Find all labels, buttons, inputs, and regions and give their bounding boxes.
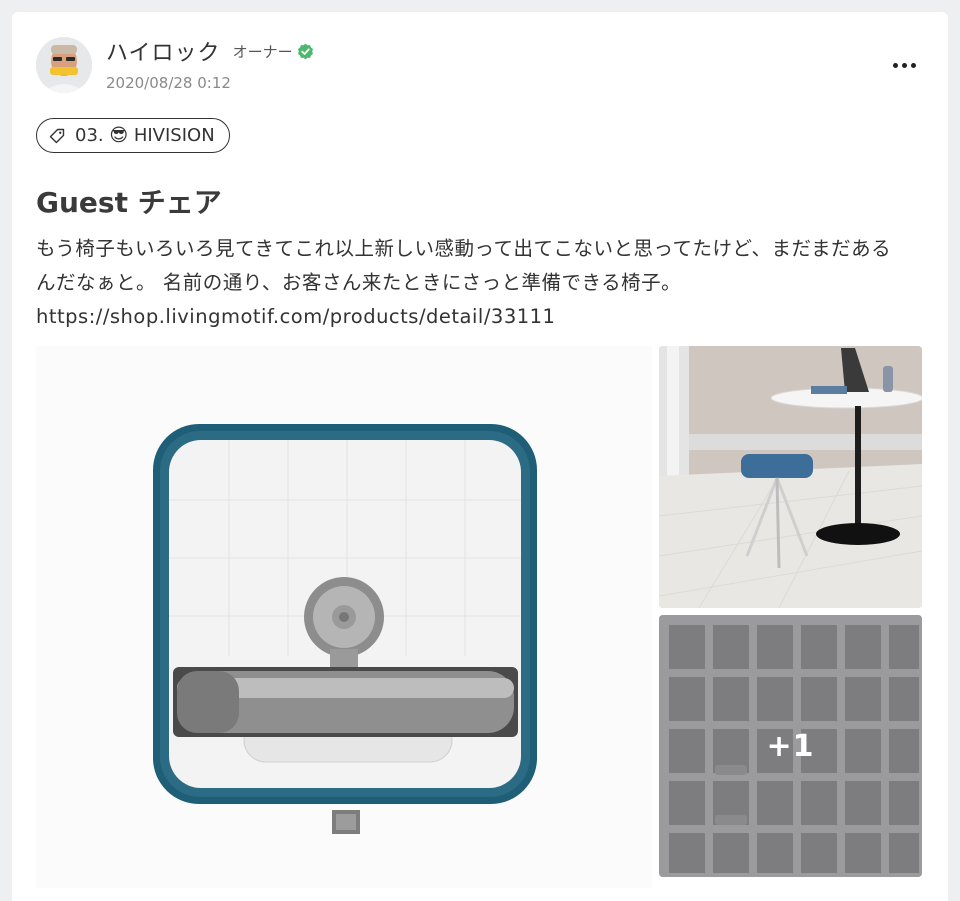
tag-icon xyxy=(49,128,65,144)
post-body-text: もう椅子もいろいろ見てきてこれ以上新しい感動って出てこないと思ってたけど、まだま… xyxy=(36,237,892,294)
author-name[interactable]: ハイロック xyxy=(106,35,221,67)
verified-check-icon xyxy=(297,43,314,60)
author-avatar[interactable] xyxy=(36,37,92,93)
post-card: ハイロック オーナー 2020/08/28 0:12 03. 😎 HIVISIO… xyxy=(12,12,948,901)
tag-label: 03. 😎 HIVISION xyxy=(75,125,215,146)
stool-room-image xyxy=(659,346,922,608)
avatar-image xyxy=(36,37,92,93)
author-row: ハイロック オーナー xyxy=(106,36,314,66)
owner-badge-label: オーナー xyxy=(232,42,293,61)
more-options-button[interactable] xyxy=(884,52,924,78)
gallery-main-image[interactable] xyxy=(36,346,652,888)
more-horizontal-icon xyxy=(892,62,898,68)
post-body: もう椅子もいろいろ見てきてこれ以上新しい感動って出てこないと思ってたけど、まだま… xyxy=(36,232,906,334)
post-link[interactable]: https://shop.livingmotif.com/products/de… xyxy=(36,305,555,328)
more-images-count: +1 xyxy=(766,728,815,764)
tag-chip[interactable]: 03. 😎 HIVISION xyxy=(36,118,230,153)
gallery-thumbnail-2[interactable]: +1 xyxy=(659,615,922,877)
gallery-thumbnail-1[interactable] xyxy=(659,346,922,608)
post-title: Guest チェア xyxy=(36,186,222,219)
post-timestamp: 2020/08/28 0:12 xyxy=(106,74,231,92)
chair-top-view-image xyxy=(36,346,652,888)
